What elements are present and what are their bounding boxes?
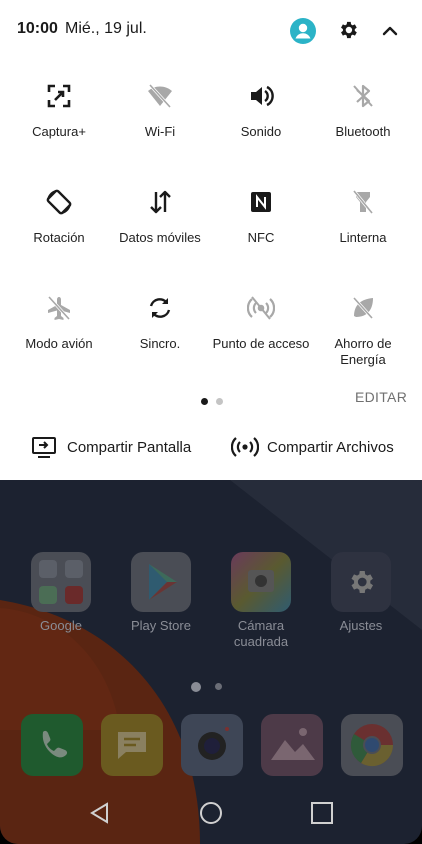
- app-play-store[interactable]: Play Store: [116, 552, 206, 634]
- quick-settings-panel: 10:00 Mié., 19 jul. Captura+ Wi-Fi Sonid…: [0, 0, 422, 480]
- tile-label: Rotación: [33, 230, 85, 245]
- tile-label: Bluetooth: [335, 124, 391, 139]
- tile-label: Linterna: [339, 230, 387, 245]
- tile-mobile-data[interactable]: Datos móviles: [110, 188, 210, 246]
- page-indicator: [201, 392, 227, 410]
- tile-label: NFC: [247, 230, 275, 245]
- app-label: Play Store: [131, 618, 191, 633]
- tile-label: Datos móviles: [119, 230, 201, 245]
- share-files-button[interactable]: Compartir Archivos: [231, 436, 411, 460]
- share-screen-label: Compartir Pantalla: [67, 439, 192, 456]
- app-label: Cámara cuadrada: [233, 618, 289, 649]
- tile-battery-saver[interactable]: Ahorro de Energía: [313, 294, 413, 368]
- tile-rotation[interactable]: Rotación: [9, 188, 109, 246]
- wifi-off-icon: [148, 83, 172, 109]
- play-store-icon: [131, 552, 191, 612]
- tile-nfc[interactable]: NFC: [211, 188, 311, 246]
- mobile-data-icon: [150, 190, 171, 214]
- settings-app-icon: [331, 552, 391, 612]
- app-label: Google: [40, 618, 82, 633]
- messages-icon[interactable]: [101, 714, 163, 776]
- google-folder-icon: [31, 552, 91, 612]
- square-camera-icon: [231, 552, 291, 612]
- home-page-indicator: [191, 679, 226, 697]
- app-settings[interactable]: Ajustes: [316, 552, 406, 634]
- tile-sync[interactable]: Sincro.: [110, 294, 210, 352]
- date: Mié., 19 jul.: [65, 20, 147, 37]
- rotation-icon: [46, 189, 72, 215]
- airplane-off-icon: [47, 295, 71, 321]
- page-dot-active[interactable]: [191, 682, 201, 692]
- page-dot[interactable]: [215, 683, 223, 690]
- tile-label: Captura+: [32, 124, 86, 139]
- chevron-up-icon[interactable]: [380, 21, 400, 41]
- home-icon[interactable]: [199, 801, 223, 825]
- sync-icon: [149, 298, 171, 318]
- bluetooth-off-icon: [353, 84, 373, 108]
- page-dot-active[interactable]: [201, 398, 208, 405]
- app-label: Ajustes: [339, 618, 383, 633]
- user-avatar[interactable]: [290, 18, 316, 44]
- tile-label: Sincro.: [139, 336, 181, 351]
- tile-label: Wi-Fi: [144, 124, 176, 139]
- chrome-icon[interactable]: [341, 714, 403, 776]
- clock: 10:00: [17, 20, 58, 37]
- status-row: 10:00 Mié., 19 jul.: [0, 0, 422, 62]
- capture-icon: [47, 84, 71, 108]
- tile-airplane[interactable]: Modo avión: [9, 294, 109, 352]
- edit-button[interactable]: EDITAR: [355, 389, 407, 405]
- tile-hotspot[interactable]: Punto de acceso: [211, 294, 311, 352]
- phone-icon[interactable]: [21, 714, 83, 776]
- hotspot-off-icon: [247, 296, 275, 320]
- tile-flashlight[interactable]: Linterna: [313, 188, 413, 246]
- tile-label: Modo avión: [25, 336, 93, 351]
- tile-label: Ahorro de Energía: [334, 336, 392, 367]
- flashlight-off-icon: [352, 190, 374, 214]
- tile-wifi[interactable]: Wi-Fi: [110, 82, 210, 140]
- app-square-camera[interactable]: Cámara cuadrada: [216, 552, 306, 650]
- share-files-icon: [231, 437, 259, 457]
- share-files-label: Compartir Archivos: [267, 439, 394, 456]
- nfc-icon: [251, 192, 271, 212]
- tile-sound[interactable]: Sonido: [211, 82, 311, 140]
- tile-capture[interactable]: Captura+: [9, 82, 109, 140]
- recents-icon[interactable]: [310, 801, 334, 825]
- navigation-bar: [0, 783, 422, 843]
- app-google[interactable]: Google: [16, 552, 106, 634]
- gallery-icon[interactable]: [261, 714, 323, 776]
- home-screen: Google Play Store Cámara cuadrada Ajuste…: [0, 480, 422, 844]
- user-icon: [295, 23, 311, 39]
- gear-icon[interactable]: [337, 19, 359, 41]
- tile-label: Sonido: [240, 124, 282, 139]
- page-dot[interactable]: [216, 398, 224, 405]
- battery-saver-off-icon: [352, 296, 374, 320]
- share-screen-button[interactable]: Compartir Pantalla: [31, 436, 211, 460]
- cast-screen-icon: [32, 437, 56, 458]
- back-icon[interactable]: [88, 801, 112, 825]
- tile-bluetooth[interactable]: Bluetooth: [313, 82, 413, 140]
- camera-icon[interactable]: [181, 714, 243, 776]
- volume-icon: [251, 85, 274, 107]
- tile-label: Punto de acceso: [212, 336, 310, 351]
